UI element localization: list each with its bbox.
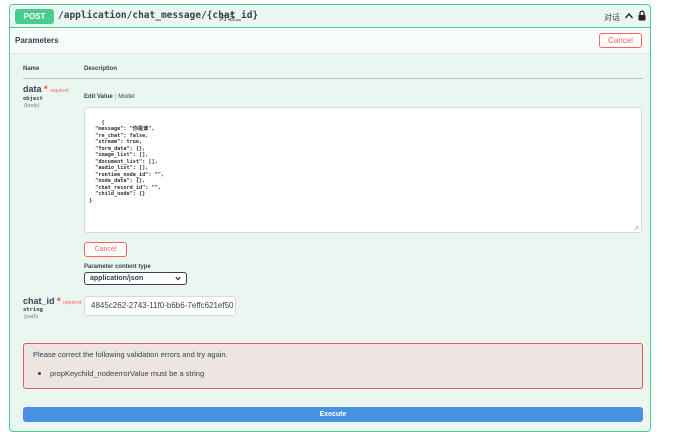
content-type-label: Parameter content type: [84, 264, 151, 270]
chevron-up-icon[interactable]: [624, 11, 634, 21]
operation-block-post-chat-message: POST /application/chat_message/{chat_id}…: [9, 4, 651, 432]
parameters-header: Parameters Cancel: [10, 28, 650, 54]
request-body-textarea[interactable]: { "message": "你是谁", "re_chat": false, "s…: [84, 107, 642, 233]
request-body-value: { "message": "你是谁", "re_chat": false, "s…: [89, 119, 164, 204]
param-name-text: chat_id: [23, 296, 55, 306]
chat-id-input[interactable]: 4845c262-2743-11f0-b6b6-7effc621ef50: [84, 296, 236, 316]
tab-model[interactable]: Model: [118, 94, 134, 100]
validation-errors: Please correct the following validation …: [23, 343, 643, 389]
required-label: required: [50, 88, 69, 94]
operation-summary-label: 对话: [604, 13, 620, 22]
body-tabs: Edit Value | Model: [84, 94, 135, 100]
param-type-chat-id: string: [23, 307, 43, 313]
param-location-data: (body): [24, 103, 40, 109]
execute-button[interactable]: Execute: [23, 407, 643, 422]
operation-summary[interactable]: POST /application/chat_message/{chat_id}…: [10, 5, 650, 28]
param-name-data: data * required: [23, 84, 68, 94]
operation-description: 对话: [219, 13, 235, 22]
cancel-body-button[interactable]: Cancel: [84, 242, 127, 257]
tab-separator: |: [114, 94, 117, 100]
content-type-select[interactable]: application/json: [84, 272, 187, 285]
validation-message: Please correct the following validation …: [33, 350, 228, 359]
required-star: *: [44, 84, 48, 94]
param-type-data: object: [23, 96, 43, 102]
required-star: *: [57, 296, 61, 306]
tab-edit-value[interactable]: Edit Value: [84, 94, 113, 100]
content-type-value: application/json: [90, 275, 144, 282]
required-label: required: [63, 300, 82, 306]
parameters-title: Parameters: [15, 36, 59, 45]
cancel-try-out-button[interactable]: Cancel: [599, 33, 642, 48]
validation-error-text: propKeychild_nodeerrorValue must be a st…: [50, 369, 205, 378]
method-badge: POST: [15, 9, 54, 24]
column-header-description: Description: [84, 66, 118, 72]
param-name-chat-id: chat_id * required: [23, 296, 81, 306]
resize-handle-icon[interactable]: [634, 225, 639, 230]
column-divider: [23, 78, 643, 79]
lock-icon[interactable]: [638, 10, 646, 21]
column-header-name: Name: [23, 66, 40, 72]
param-location-chat-id: (path): [24, 314, 39, 320]
param-name-text: data: [23, 84, 42, 94]
chevron-down-icon: [175, 276, 181, 281]
validation-error-item: propKeychild_nodeerrorValue must be a st…: [37, 369, 205, 378]
